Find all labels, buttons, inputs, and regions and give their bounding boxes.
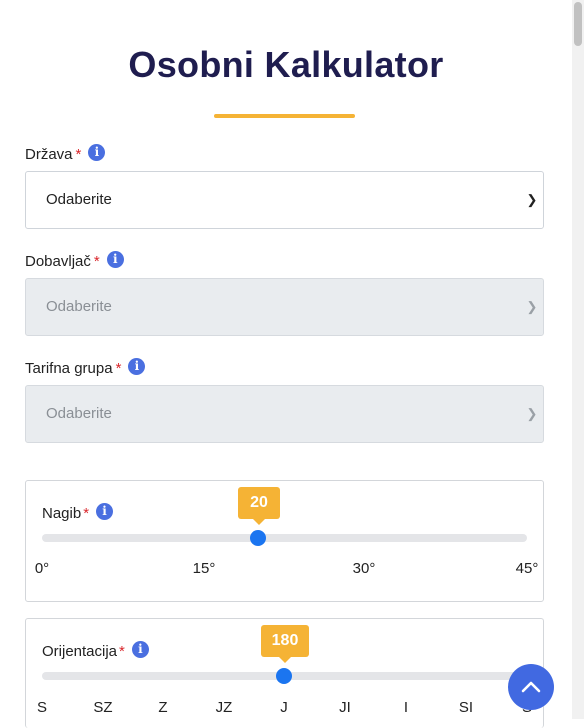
orijentacija-card: Orijentacija*i 180 S SZ Z JZ J JI I SI S bbox=[25, 618, 544, 728]
required-marker: * bbox=[119, 643, 125, 660]
dobavljac-select[interactable]: Odaberite ❯ bbox=[25, 278, 544, 336]
chevron-down-icon: ❯ bbox=[526, 192, 538, 207]
orijentacija-tick: I bbox=[403, 699, 409, 716]
scrollbar-thumb[interactable] bbox=[574, 2, 582, 46]
required-marker: * bbox=[93, 253, 100, 270]
orijentacija-thumb[interactable] bbox=[276, 668, 292, 684]
drzava-select-value: Odaberite bbox=[46, 191, 112, 208]
tarifna-grupa-select-value: Odaberite bbox=[46, 405, 112, 422]
orijentacija-label-text: Orijentacija bbox=[42, 643, 118, 660]
nagib-tick: 45° bbox=[515, 560, 539, 577]
tarifna-grupa-select[interactable]: Odaberite ❯ bbox=[25, 385, 544, 443]
required-marker: * bbox=[115, 360, 122, 377]
dobavljac-label: Dobavljač * i bbox=[25, 251, 124, 270]
nagib-value-bubble: 20 bbox=[238, 487, 280, 525]
drzava-select[interactable]: Odaberite ❯ bbox=[25, 171, 544, 229]
page-scrollbar[interactable] bbox=[572, 0, 584, 719]
title-underline bbox=[214, 114, 355, 118]
nagib-tick: 15° bbox=[192, 560, 216, 577]
required-marker: * bbox=[83, 505, 90, 522]
nagib-tick: 0° bbox=[34, 560, 50, 577]
orijentacija-tick: SZ bbox=[93, 699, 113, 716]
tarifna-grupa-label: Tarifna grupa * i bbox=[25, 358, 146, 377]
info-icon[interactable]: i bbox=[131, 641, 149, 658]
chevron-up-icon bbox=[521, 681, 541, 693]
page-title: Osobni Kalkulator bbox=[128, 44, 444, 85]
nagib-label: Nagib * i bbox=[42, 503, 114, 522]
orijentacija-tick: SI bbox=[458, 699, 474, 716]
orijentacija-tick: Z bbox=[158, 699, 168, 716]
tarifna-grupa-label-text: Tarifna grupa bbox=[25, 360, 113, 377]
info-icon[interactable]: i bbox=[96, 503, 114, 520]
drzava-label-text: Država bbox=[25, 146, 73, 163]
dobavljac-label-text: Dobavljač bbox=[25, 253, 91, 270]
drzava-label: Država * i bbox=[25, 144, 106, 163]
nagib-card: Nagib * i 20 0° 15° 30° 45° bbox=[25, 480, 544, 602]
nagib-label-text: Nagib bbox=[42, 505, 82, 522]
info-icon[interactable]: i bbox=[128, 358, 146, 375]
back-to-top-button[interactable] bbox=[508, 664, 554, 710]
info-icon[interactable]: i bbox=[88, 144, 106, 161]
required-marker: * bbox=[75, 146, 82, 163]
chevron-down-icon: ❯ bbox=[526, 406, 538, 421]
nagib-thumb[interactable] bbox=[250, 530, 266, 546]
info-icon[interactable]: i bbox=[106, 251, 124, 268]
nagib-tick: 30° bbox=[352, 560, 376, 577]
orijentacija-value-bubble: 180 bbox=[261, 625, 309, 663]
orijentacija-tick: S bbox=[36, 699, 47, 716]
orijentacija-tick: J bbox=[280, 699, 288, 716]
dobavljac-select-value: Odaberite bbox=[46, 298, 112, 315]
orijentacija-label: Orijentacija * i bbox=[42, 641, 149, 660]
orijentacija-tick: JZ bbox=[215, 699, 233, 716]
orijentacija-tick: JI bbox=[339, 699, 351, 716]
nagib-track[interactable] bbox=[42, 534, 527, 542]
chevron-down-icon: ❯ bbox=[526, 299, 538, 314]
